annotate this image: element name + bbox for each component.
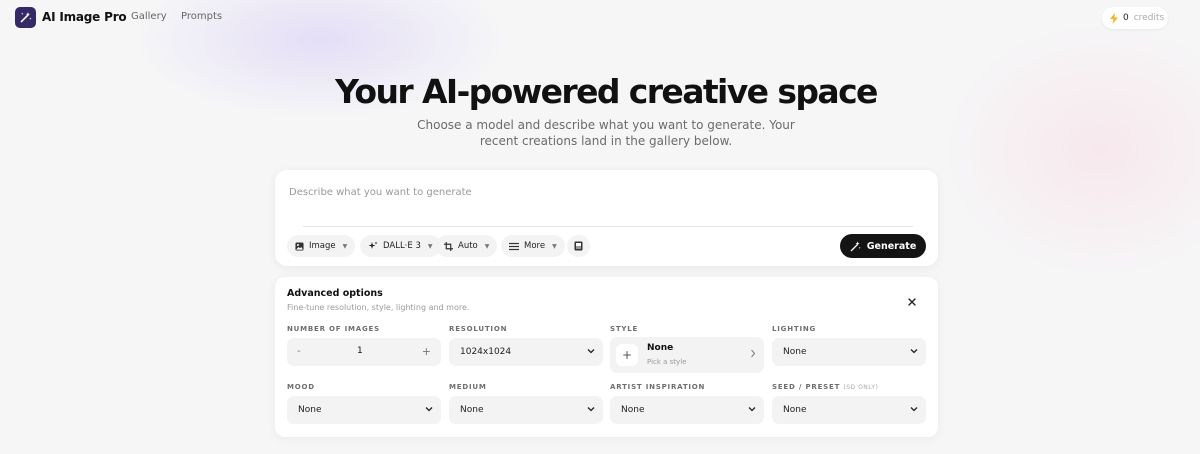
page-title: Your AI-powered creative space <box>335 72 878 111</box>
style-picker[interactable]: + None Pick a style <box>610 337 764 373</box>
medium-label: MEDIUM <box>449 383 487 391</box>
aspect-ratio-label: Auto <box>458 241 478 251</box>
chevron-down-icon <box>910 349 918 354</box>
number-of-images-stepper: - 1 + <box>287 338 441 366</box>
divider <box>303 226 913 227</box>
type-selector-label: Image <box>309 241 336 251</box>
artist-inspiration-select[interactable]: None <box>610 396 764 424</box>
medium-value: None <box>460 405 484 415</box>
credits-badge[interactable]: 0 credits <box>1102 7 1168 29</box>
prompt-card: Image ▼ DALL·E 3 ▼ Auto ▼ More ▼ <box>275 170 938 266</box>
seed-preset-value: None <box>783 405 807 415</box>
page-subtitle: Choose a model and describe what you wan… <box>417 118 795 148</box>
generate-button[interactable]: Generate <box>840 234 926 258</box>
mood-value: None <box>298 405 322 415</box>
mood-select[interactable]: None <box>287 396 441 424</box>
prompt-input[interactable] <box>289 182 909 202</box>
advanced-options-title: Advanced options <box>287 288 383 299</box>
advanced-options-subtitle: Fine-tune resolution, style, lighting an… <box>287 303 470 312</box>
top-bar: AI Image Pro Gallery Prompts 0 credits <box>0 0 1200 36</box>
chevron-down-icon <box>587 349 595 354</box>
number-of-images-label: NUMBER OF IMAGES <box>287 325 380 333</box>
artist-inspiration-label: ARTIST INSPIRATION <box>610 383 706 391</box>
logo-icon[interactable] <box>15 7 36 28</box>
lighting-label: LIGHTING <box>772 325 817 333</box>
chevron-down-icon <box>910 407 918 412</box>
mood-label: MOOD <box>287 383 315 391</box>
style-label: STYLE <box>610 325 639 333</box>
lightning-icon <box>1110 12 1118 24</box>
nav-prompts[interactable]: Prompts <box>181 11 222 22</box>
chevron-down-icon <box>748 407 756 412</box>
credits-label: credits <box>1133 13 1165 23</box>
plus-icon: + <box>616 344 638 366</box>
advanced-options-panel: Advanced options Fine-tune resolution, s… <box>275 277 938 437</box>
seed-preset-label-text: SEED / PRESET <box>772 383 841 391</box>
chevron-down-icon <box>587 407 595 412</box>
seed-preset-sublabel: (SD ONLY) <box>843 384 879 391</box>
resolution-select[interactable]: 1024x1024 <box>449 338 603 366</box>
caret-down-icon: ▼ <box>484 242 490 250</box>
sparkle-icon <box>368 241 378 249</box>
decrement-button[interactable]: - <box>297 346 301 357</box>
nav-gallery[interactable]: Gallery <box>131 11 167 22</box>
increment-button[interactable]: + <box>422 345 431 358</box>
caret-down-icon: ▼ <box>342 242 348 250</box>
magic-wand-icon <box>20 12 32 23</box>
caret-down-icon: ▼ <box>427 242 433 250</box>
caret-down-icon: ▼ <box>552 242 557 250</box>
more-options-label: More <box>524 241 546 251</box>
medium-select[interactable]: None <box>449 396 603 424</box>
reference-image-button[interactable] <box>567 235 590 257</box>
lighting-value: None <box>783 347 807 357</box>
app-name[interactable]: AI Image Pro <box>42 10 127 24</box>
image-upload-icon <box>574 241 583 251</box>
credits-count: 0 <box>1123 13 1129 23</box>
number-of-images-value[interactable]: 1 <box>357 346 363 356</box>
resolution-label: RESOLUTION <box>449 325 508 333</box>
seed-preset-select[interactable]: None <box>772 396 926 424</box>
model-selector[interactable]: DALL·E 3 ▼ <box>360 235 441 257</box>
seed-preset-label: SEED / PRESET (SD ONLY) <box>772 383 878 391</box>
style-hint: Pick a style <box>647 358 687 366</box>
resolution-value: 1024x1024 <box>460 347 512 357</box>
type-selector[interactable]: Image ▼ <box>287 235 356 257</box>
artist-inspiration-value: None <box>621 405 645 415</box>
close-icon <box>908 298 916 306</box>
more-options-selector[interactable]: More ▼ <box>501 235 565 257</box>
model-selector-label: DALL·E 3 <box>383 241 421 251</box>
chevron-right-icon <box>751 349 756 358</box>
background-glow <box>940 20 1200 280</box>
generate-button-label: Generate <box>866 240 917 252</box>
aspect-ratio-selector[interactable]: Auto ▼ <box>436 235 498 257</box>
image-icon <box>295 241 304 251</box>
lighting-select[interactable]: None <box>772 338 926 366</box>
magic-wand-icon <box>850 240 861 251</box>
sliders-icon <box>509 242 519 250</box>
style-value: None <box>647 343 674 353</box>
chevron-down-icon <box>425 407 433 412</box>
crop-icon <box>444 241 453 251</box>
close-button[interactable] <box>905 295 919 309</box>
